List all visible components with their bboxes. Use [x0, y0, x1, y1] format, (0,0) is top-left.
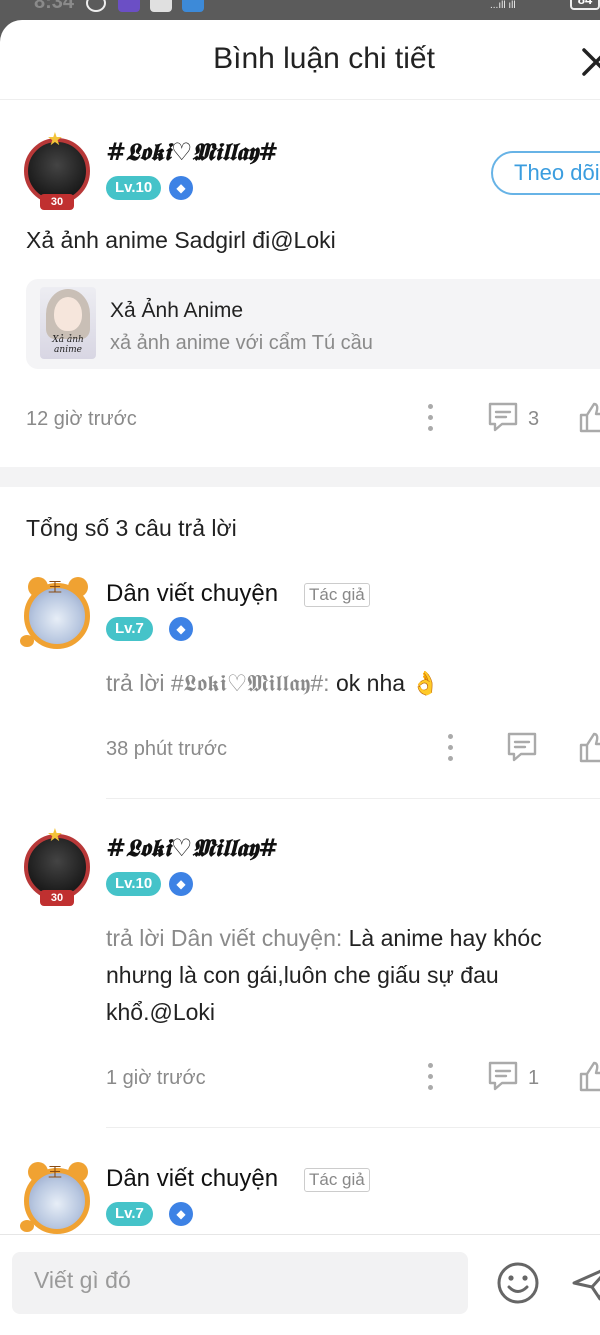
story-title: Xả Ảnh Anime	[110, 299, 244, 322]
paw-icon	[20, 635, 34, 647]
story-thumbnail: Xả ảnh anime	[40, 287, 96, 359]
thumbnail-caption: Xả ảnh anime	[52, 335, 84, 355]
reply-username[interactable]: #𝕷𝖔𝖐𝖎♡𝕸𝖎𝖑𝖑𝖆𝖞#	[106, 833, 278, 862]
reply-body-line-2: nhưng là con gái,luôn che giấu sự đau	[106, 962, 499, 988]
battery-icon: 84	[570, 0, 600, 10]
section-divider	[0, 467, 600, 487]
avatar[interactable]: ★ 30	[20, 826, 96, 908]
reply-text: trả lời #𝕷𝖔𝖐𝖎♡𝕸𝖎𝖑𝖑𝖆𝖞#: ok nha 👌	[106, 665, 440, 702]
more-options-icon[interactable]	[426, 404, 434, 432]
status-bar: 8:34 ...ıll ıll 84	[0, 0, 600, 22]
level-badge: Lv.7	[106, 1202, 153, 1226]
reply-body-line-1: Là anime hay khóc	[348, 925, 542, 951]
post-text: Xả ảnh anime Sadgirl đi@Loki	[26, 227, 336, 253]
app-icon	[118, 0, 140, 12]
page-title: Bình luận chi tiết	[213, 42, 435, 75]
reply-body-line-3: khổ.@Loki	[106, 999, 216, 1025]
post-username[interactable]: #𝕷𝖔𝖐𝖎♡𝕸𝖎𝖑𝖑𝖆𝖞#	[106, 137, 278, 166]
avatar[interactable]: ★ 30	[20, 130, 96, 212]
comment-composer: Viết gì đó	[0, 1234, 600, 1335]
comment-icon[interactable]	[486, 400, 520, 434]
comment-icon[interactable]	[505, 730, 539, 764]
like-icon[interactable]	[578, 1059, 600, 1093]
notification-icon	[86, 0, 106, 12]
comment-count: 3	[528, 408, 540, 430]
star-icon: ★	[46, 825, 64, 845]
reply-prefix: trả lời #𝕷𝖔𝖐𝖎♡𝕸𝖎𝖑𝖑𝖆𝖞#:	[106, 670, 330, 696]
app-icon	[182, 0, 204, 12]
like-icon[interactable]	[578, 400, 600, 434]
paw-icon	[20, 1220, 34, 1232]
level-badge: Lv.10	[106, 872, 162, 896]
comment-input[interactable]: Viết gì đó	[12, 1252, 468, 1314]
linked-story-card[interactable]: Xả ảnh anime Xả Ảnh Anime xả ảnh anime v…	[26, 279, 600, 369]
signal-icon: ...ıll ıll	[490, 0, 516, 11]
star-icon: ★	[46, 129, 64, 149]
app-icon	[150, 0, 172, 12]
level-badge: Lv.7	[106, 617, 153, 641]
reply-prefix: trả lời Dân viết chuyện:	[106, 925, 343, 951]
shield-icon: ◆	[169, 872, 193, 896]
author-badge: Tác giả	[304, 1168, 370, 1192]
send-icon[interactable]	[570, 1263, 600, 1303]
story-subtitle: xả ảnh anime với cẩm Tú cầu	[110, 332, 373, 354]
reply-divider	[106, 798, 600, 799]
post-time: 12 giờ trước	[26, 408, 137, 430]
tiger-mark-icon: 王	[48, 1164, 62, 1180]
tiger-mark-icon: 王	[48, 579, 62, 595]
shield-icon: ◆	[169, 617, 193, 641]
reply-time: 38 phút trước	[106, 738, 228, 760]
reply-username[interactable]: Dân viết chuyện	[106, 1165, 278, 1193]
comment-icon[interactable]	[486, 1059, 520, 1093]
avatar[interactable]: 王	[20, 575, 96, 657]
emoji-icon[interactable]	[496, 1261, 540, 1305]
reply-body: ok nha 👌	[335, 670, 441, 696]
follow-button[interactable]: Theo dõi	[491, 151, 600, 195]
level-badge: Lv.10	[106, 176, 162, 200]
replies-total: Tổng số 3 câu trả lời	[26, 515, 237, 541]
reply-text: trả lời Dân viết chuyện: Là anime hay kh…	[106, 920, 586, 1031]
author-badge: Tác giả	[304, 583, 370, 607]
more-options-icon[interactable]	[426, 1063, 434, 1091]
avatar-badge: 30	[40, 194, 74, 210]
avatar[interactable]: 王	[20, 1160, 96, 1242]
reply-time: 1 giờ trước	[106, 1067, 206, 1089]
reply-username[interactable]: Dân viết chuyện	[106, 580, 278, 608]
like-icon[interactable]	[578, 730, 600, 764]
close-icon[interactable]	[578, 44, 600, 80]
comment-count: 1	[528, 1067, 540, 1089]
status-time: 8:34	[34, 0, 75, 13]
reply-divider	[106, 1127, 600, 1128]
avatar-badge: 30	[40, 890, 74, 906]
shield-icon: ◆	[169, 1202, 193, 1226]
comment-detail-sheet: Bình luận chi tiết ★ 30 #𝕷𝖔𝖐𝖎♡𝕸𝖎𝖑𝖑𝖆𝖞# Lv…	[0, 20, 600, 1335]
shield-icon: ◆	[169, 176, 193, 200]
header: Bình luận chi tiết	[0, 20, 600, 100]
more-options-icon[interactable]	[446, 734, 454, 762]
